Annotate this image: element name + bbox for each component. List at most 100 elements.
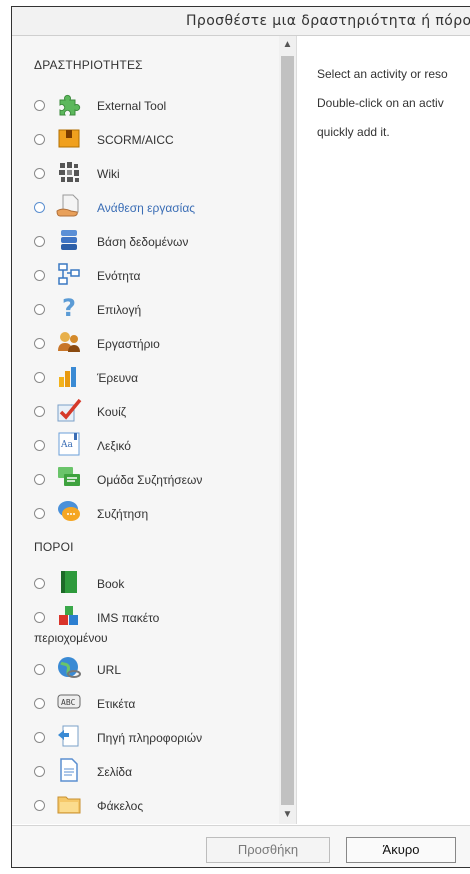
scrollbar-thumb[interactable] [281,56,294,805]
quiz-icon [56,397,82,423]
activity-list[interactable]: ΔΡΑΣΤΗΡΙΟΤΗΤΕΣ External Tool SCORM/AICC … [12,36,280,824]
database-icon [56,227,82,253]
add-activity-dialog: Προσθέστε μια δραστηριότητα ή πόρο ΔΡΑΣΤ… [11,6,470,868]
puzzle-icon [56,91,82,117]
radio-button[interactable] [34,800,45,811]
wiki-icon [56,159,82,185]
option-book[interactable]: Book [34,569,278,599]
radio-button[interactable] [34,100,45,111]
option-survey[interactable]: Έρευνα [34,363,278,393]
option-label: Φάκελος [97,799,144,813]
help-text-line-1: Select an activity or reso [317,67,448,81]
option-label: Ομάδα Συζητήσεων [97,473,203,487]
option-ims-package[interactable]: IMS πακέτο περιοχομένου [34,603,278,653]
option-label-continued: περιοχομένου [34,631,108,645]
option-label: URL [97,663,122,677]
option-forum[interactable]: Ομάδα Συζητήσεων [34,465,278,495]
svg-text:Aa: Aa [60,440,73,450]
page-icon [56,757,82,783]
radio-button[interactable] [34,270,45,281]
add-button[interactable]: Προσθήκη [206,837,330,863]
url-icon [56,655,82,681]
dialog-title: Προσθέστε μια δραστηριότητα ή πόρο [186,13,470,29]
radio-button[interactable] [34,236,45,247]
option-assignment[interactable]: Ανάθεση εργασίας [34,193,278,223]
chat-icon [56,499,82,525]
cancel-button[interactable]: Άκυρο [346,837,456,863]
radio-button[interactable] [34,338,45,349]
lesson-icon [56,261,82,287]
glossary-icon: Aa [56,431,82,457]
forum-icon [56,465,82,491]
radio-button[interactable] [34,168,45,179]
radio-button[interactable] [34,766,45,777]
option-label: Σελίδα [97,765,133,779]
option-label: Ανάθεση εργασίας [97,201,196,215]
radio-button[interactable] [34,440,45,451]
radio-button[interactable] [34,474,45,485]
option-label: Ενότητα [97,269,141,283]
file-icon [56,723,82,749]
folder-icon [56,791,82,817]
scorm-package-icon [56,125,82,151]
radio-button[interactable] [34,578,45,589]
radio-button[interactable] [34,372,45,383]
survey-icon [56,363,82,389]
radio-button[interactable] [34,304,45,315]
radio-button[interactable] [34,134,45,145]
option-label: Wiki [97,167,120,181]
svg-text:?: ? [62,295,76,321]
option-label-resource[interactable]: ABC Ετικέτα [34,689,278,719]
option-wiki[interactable]: Wiki [34,159,278,189]
radio-button[interactable] [34,406,45,417]
book-icon [56,569,82,595]
option-scorm[interactable]: SCORM/AICC [34,125,278,155]
option-page[interactable]: Σελίδα [34,757,278,787]
option-label: IMS πακέτο [97,611,160,625]
option-database[interactable]: Βάση δεδομένων [34,227,278,257]
vertical-scrollbar[interactable]: ▲ ▼ [279,36,297,824]
radio-button[interactable] [34,508,45,519]
option-label: Εργαστήριο [97,337,160,351]
svg-text:ABC: ABC [61,698,76,707]
option-label: SCORM/AICC [97,133,174,147]
option-label: External Tool [97,99,167,113]
option-workshop[interactable]: Εργαστήριο [34,329,278,359]
assignment-icon [56,193,82,219]
radio-button[interactable] [34,664,45,675]
option-label: Επιλογή [97,303,142,317]
option-label: Λεξικό [97,439,131,453]
option-folder[interactable]: Φάκελος [34,791,278,821]
help-text-line-2: Double-click on an activ [317,96,444,110]
option-lesson[interactable]: Ενότητα [34,261,278,291]
option-label: Έρευνα [97,371,139,385]
option-label: Πηγή πληροφοριών [97,731,203,745]
scroll-up-arrow-icon[interactable]: ▲ [279,36,296,54]
help-text-line-3: quickly add it. [317,125,390,139]
option-choice[interactable]: ? Επιλογή [34,294,278,325]
section-header-resources: ΠΟΡΟΙ [34,540,74,554]
workshop-icon [56,329,82,355]
ims-package-icon [56,603,82,629]
question-icon: ? [56,294,82,322]
option-quiz[interactable]: Κουίζ [34,397,278,427]
option-label: Book [97,577,125,591]
option-glossary[interactable]: Aa Λεξικό [34,431,278,461]
option-label: Βάση δεδομένων [97,235,189,249]
option-file[interactable]: Πηγή πληροφοριών [34,723,278,753]
option-label: Ετικέτα [97,697,136,711]
section-header-activities: ΔΡΑΣΤΗΡΙΟΤΗΤΕΣ [34,58,143,72]
radio-button[interactable] [34,732,45,743]
radio-button[interactable] [34,698,45,709]
label-icon: ABC [56,689,82,715]
option-label: Συζήτηση [97,507,149,521]
scroll-down-arrow-icon[interactable]: ▼ [279,806,296,824]
option-url[interactable]: URL [34,655,278,685]
dialog-footer: Προσθήκη Άκυρο [12,825,470,867]
option-chat[interactable]: Συζήτηση [34,499,278,529]
radio-button[interactable] [34,612,45,623]
dialog-titlebar: Προσθέστε μια δραστηριότητα ή πόρο [12,7,470,36]
option-external-tool[interactable]: External Tool [34,91,278,121]
radio-button[interactable] [34,202,45,213]
option-label: Κουίζ [97,405,127,419]
